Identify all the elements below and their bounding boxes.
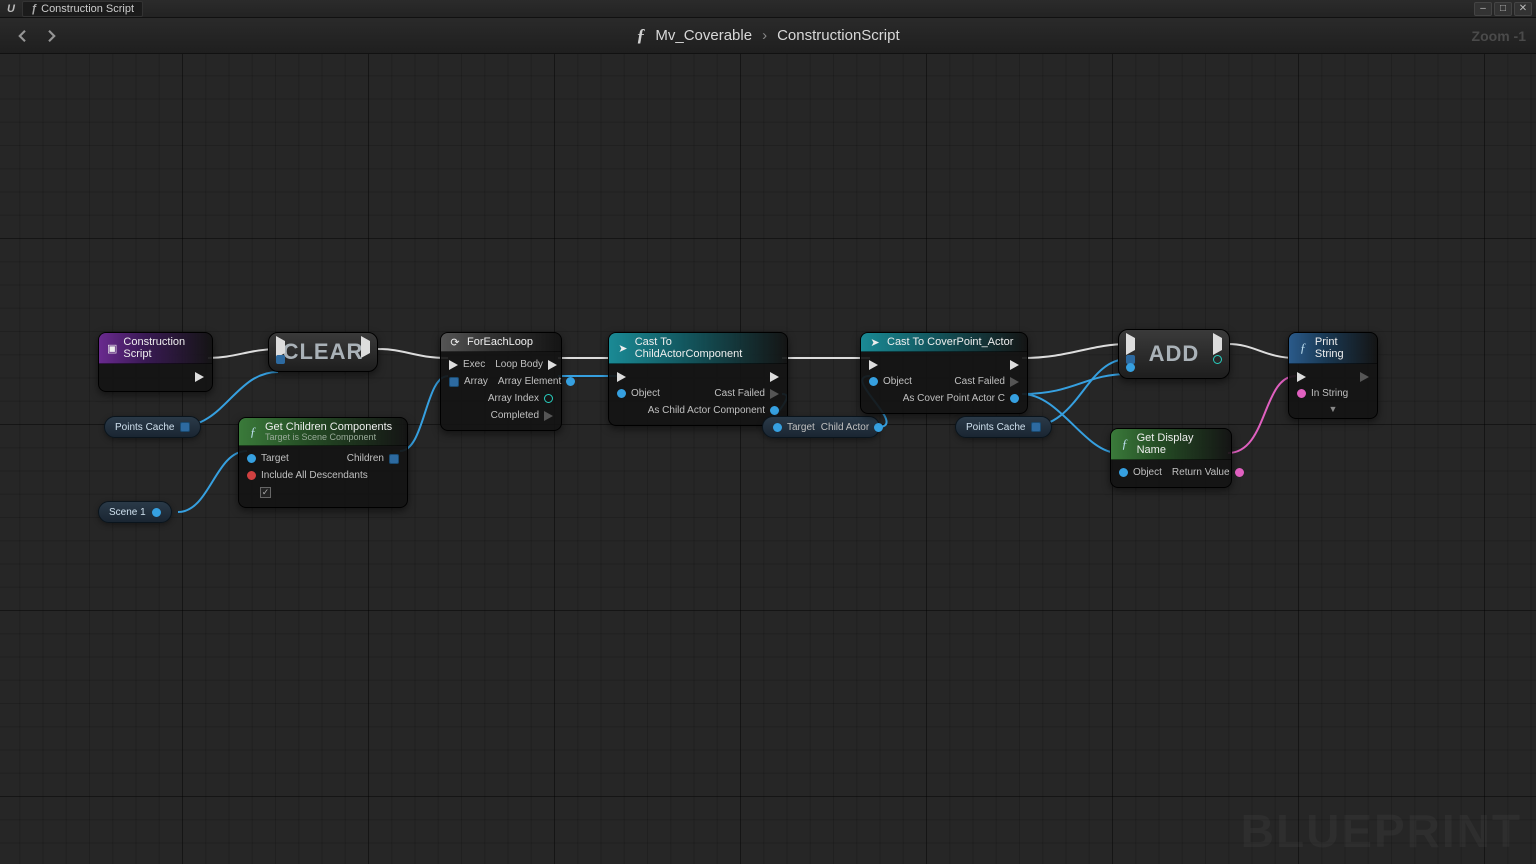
node-cast-childactorcomponent[interactable]: ➤ Cast To ChildActorComponent Object Cas… xyxy=(608,332,788,426)
pin-array-element[interactable]: Array Element xyxy=(498,376,575,387)
pin-completed[interactable]: Completed xyxy=(491,410,553,421)
node-array-add[interactable]: ADD xyxy=(1118,329,1230,379)
pin-cast-failed[interactable]: Cast Failed xyxy=(954,376,1019,387)
pin-target[interactable]: Target xyxy=(773,422,815,433)
pin-in-string[interactable]: In String xyxy=(1297,388,1348,399)
nav-bar: ƒ Mv_Coverable › ConstructionScript Zoom… xyxy=(0,18,1536,54)
pin-target[interactable]: Target xyxy=(247,453,289,464)
checkbox-include-descendants[interactable]: ✓ xyxy=(260,487,271,498)
function-icon: ƒ xyxy=(1119,438,1131,450)
pin-child-actor-out[interactable]: Child Actor xyxy=(821,422,883,433)
pin-loop-body[interactable]: Loop Body xyxy=(495,359,557,370)
pin-object[interactable]: Object xyxy=(869,376,912,387)
node-construction-script[interactable]: ▣ Construction Script xyxy=(98,332,213,392)
node-title: Cast To CoverPoint_Actor xyxy=(887,336,1013,348)
editor-tab[interactable]: ƒ Construction Script xyxy=(22,1,143,17)
node-get-display-name[interactable]: ƒ Get Display Name Object Return Value xyxy=(1110,428,1232,488)
tab-title: Construction Script xyxy=(41,3,134,15)
node-foreach-loop[interactable]: ⟳ ForEachLoop Exec Loop Body Array Array… xyxy=(440,332,562,431)
node-print-string[interactable]: ƒ Print String In String ▼ xyxy=(1288,332,1378,419)
pin-children[interactable]: Children xyxy=(347,453,399,464)
pin-exec-out[interactable] xyxy=(770,372,779,382)
pin-exec-in[interactable]: Exec xyxy=(449,359,485,370)
expand-arrow-icon[interactable]: ▼ xyxy=(1329,404,1338,414)
pin-include-descendants[interactable]: Include All Descendants xyxy=(247,470,368,481)
var-label: Points Cache xyxy=(966,422,1025,433)
function-icon: ƒ xyxy=(636,25,645,46)
pin-index-out[interactable] xyxy=(1213,355,1222,364)
node-get-children-components[interactable]: ƒ Get Children Components Target is Scen… xyxy=(238,417,408,508)
cast-icon: ➤ xyxy=(869,336,881,348)
nav-back-button[interactable] xyxy=(10,24,34,48)
function-icon: ƒ xyxy=(31,3,37,15)
pin-as-output[interactable]: As Child Actor Component xyxy=(648,405,779,416)
cast-icon: ➤ xyxy=(617,342,629,354)
pin-exec-in[interactable] xyxy=(1126,338,1135,350)
function-icon: ƒ xyxy=(1297,342,1309,354)
pin-exec-out[interactable] xyxy=(1010,360,1019,370)
macro-icon: ⟳ xyxy=(449,336,461,348)
pin-object[interactable]: Object xyxy=(617,388,660,399)
node-label: ADD xyxy=(1149,341,1200,367)
pin-array[interactable]: Array xyxy=(449,376,488,387)
pin-item-in[interactable] xyxy=(1126,363,1135,372)
event-icon: ▣ xyxy=(107,342,117,354)
node-cast-coverpointactor[interactable]: ➤ Cast To CoverPoint_Actor Object Cast F… xyxy=(860,332,1028,414)
pin-out[interactable] xyxy=(180,422,190,432)
node-var-points-cache-b[interactable]: Points Cache xyxy=(955,416,1052,438)
node-label: CLEAR xyxy=(283,339,364,365)
pin-exec-in[interactable] xyxy=(276,341,285,353)
node-title: Get Display Name xyxy=(1137,432,1223,456)
node-subtitle: Target is Scene Component xyxy=(265,433,392,442)
node-title: Print String xyxy=(1315,336,1369,360)
node-clear-array[interactable]: CLEAR xyxy=(268,332,378,372)
node-title: ForEachLoop xyxy=(467,336,533,348)
title-bar: U ƒ Construction Script – □ ✕ xyxy=(0,0,1536,18)
maximize-button[interactable]: □ xyxy=(1494,2,1512,16)
pin-out[interactable] xyxy=(1031,422,1041,432)
function-icon: ƒ xyxy=(247,426,259,438)
node-var-scene1[interactable]: Scene 1 xyxy=(98,501,172,523)
pin-object[interactable]: Object xyxy=(1119,467,1162,478)
pin-array-in[interactable] xyxy=(276,355,285,364)
zoom-level: Zoom -1 xyxy=(1472,28,1526,44)
close-button[interactable]: ✕ xyxy=(1514,2,1532,16)
var-label: Points Cache xyxy=(115,422,174,433)
node-get-child-actor[interactable]: Target Child Actor xyxy=(762,416,880,438)
minimize-button[interactable]: – xyxy=(1474,2,1492,16)
pin-exec-out[interactable] xyxy=(361,341,370,353)
pin-out[interactable] xyxy=(152,508,161,517)
pin-array-index[interactable]: Array Index xyxy=(488,393,553,404)
node-title: Construction Script xyxy=(123,336,204,360)
breadcrumb-asset: Mv_Coverable xyxy=(655,27,752,44)
pin-return-value[interactable]: Return Value xyxy=(1172,467,1244,478)
pin-exec-out[interactable] xyxy=(1360,372,1369,382)
unreal-logo-icon: U xyxy=(4,2,18,16)
blueprint-watermark: BLUEPRINT xyxy=(1241,804,1522,858)
node-title: Cast To ChildActorComponent xyxy=(635,336,779,360)
pin-exec-in[interactable] xyxy=(869,360,878,370)
pin-exec-in[interactable] xyxy=(617,372,626,382)
pin-cast-failed[interactable]: Cast Failed xyxy=(714,388,779,399)
pin-exec-out[interactable] xyxy=(1213,338,1222,350)
chevron-right-icon: › xyxy=(762,27,767,44)
pin-exec-out[interactable] xyxy=(195,372,204,382)
breadcrumb[interactable]: ƒ Mv_Coverable › ConstructionScript xyxy=(636,25,899,46)
var-label: Scene 1 xyxy=(109,507,146,518)
pin-exec-in[interactable] xyxy=(1297,372,1306,382)
breadcrumb-function: ConstructionScript xyxy=(777,27,900,44)
pin-as-output[interactable]: As Cover Point Actor C xyxy=(903,393,1019,404)
nav-forward-button[interactable] xyxy=(40,24,64,48)
wires-layer xyxy=(0,54,1536,864)
node-var-points-cache[interactable]: Points Cache xyxy=(104,416,201,438)
blueprint-graph[interactable]: ▣ Construction Script CLEAR Points Cache… xyxy=(0,54,1536,864)
